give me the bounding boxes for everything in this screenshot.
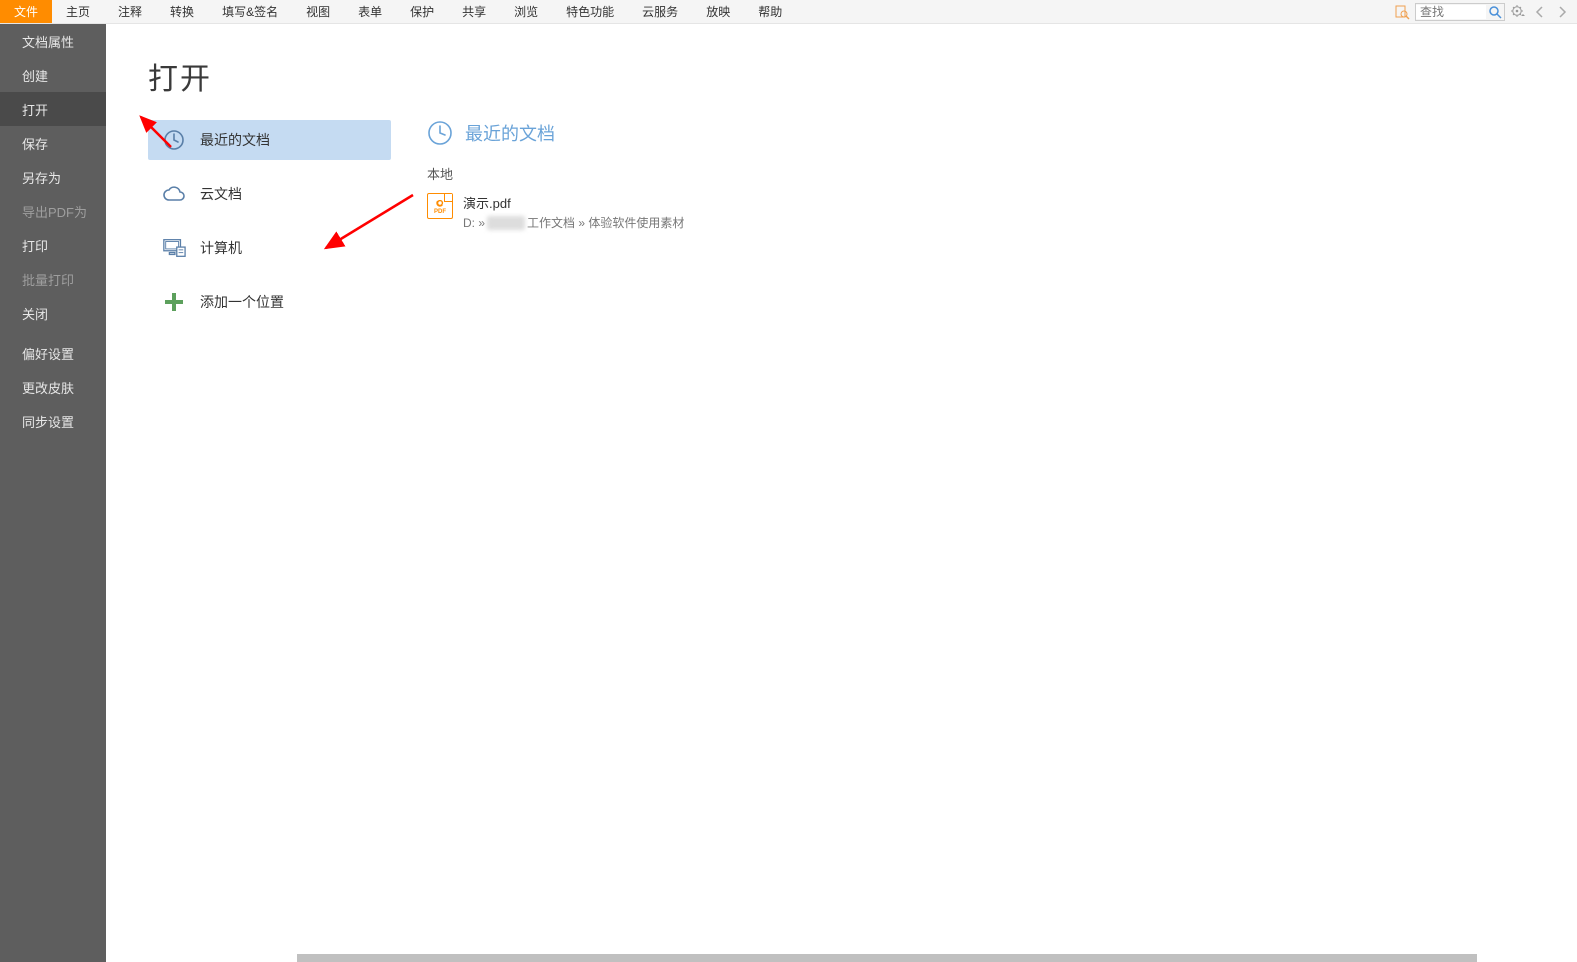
- sidebar-item-close[interactable]: 关闭: [0, 296, 106, 330]
- path-segment: D: »: [463, 216, 485, 230]
- menu-tab-label: 云服务: [642, 3, 678, 20]
- menu-tab-label: 主页: [66, 3, 90, 20]
- menu-tab-view[interactable]: 视图: [292, 0, 344, 23]
- menu-tab-annotate[interactable]: 注释: [104, 0, 156, 23]
- computer-icon: [162, 236, 186, 260]
- sidebar-item-saveas[interactable]: 另存为: [0, 160, 106, 194]
- menu-tab-fillsign[interactable]: 填写&签名: [208, 0, 292, 23]
- menu-tab-label: 保护: [410, 3, 434, 20]
- main: 文档属性 创建 打开 保存 另存为 导出PDF为 打印 批量打印 关闭 偏好设置…: [0, 24, 1577, 962]
- menu-tab-label: 放映: [706, 3, 730, 20]
- menu-tab-label: 转换: [170, 3, 194, 20]
- menu-tab-protect[interactable]: 保护: [396, 0, 448, 23]
- sidebar-item-save[interactable]: 保存: [0, 126, 106, 160]
- file-sidebar: 文档属性 创建 打开 保存 另存为 导出PDF为 打印 批量打印 关闭 偏好设置…: [0, 24, 106, 962]
- recent-doc-path: D: » ████ 工作文档 » 体验软件使用素材: [463, 214, 684, 231]
- pdf-file-icon: PDF: [427, 193, 453, 219]
- sidebar-item-label: 打印: [22, 236, 48, 255]
- menu-tab-play[interactable]: 放映: [692, 0, 744, 23]
- location-cloud[interactable]: 云文档: [148, 174, 391, 214]
- path-segment-blurred: ████: [487, 216, 525, 230]
- menu-tab-label: 共享: [462, 3, 486, 20]
- open-title: 打开: [148, 54, 391, 98]
- location-list: 最近的文档 云文档 计算机: [148, 120, 391, 322]
- menu-tab-label: 表单: [358, 3, 382, 20]
- location-computer[interactable]: 计算机: [148, 228, 391, 268]
- sidebar-item-preferences[interactable]: 偏好设置: [0, 336, 106, 370]
- nav-prev-icon[interactable]: [1531, 3, 1549, 21]
- sidebar-item-print[interactable]: 打印: [0, 228, 106, 262]
- sidebar-item-properties[interactable]: 文档属性: [0, 24, 106, 58]
- location-add[interactable]: 添加一个位置: [148, 282, 391, 322]
- menu-tab-forms[interactable]: 表单: [344, 0, 396, 23]
- menubar-spacer: [796, 0, 1393, 23]
- location-label: 添加一个位置: [200, 292, 284, 312]
- sidebar-item-label: 创建: [22, 66, 48, 85]
- menu-tab-label: 填写&签名: [222, 3, 278, 20]
- location-label: 云文档: [200, 184, 242, 204]
- path-segment: 工作文档 » 体验软件使用素材: [527, 214, 684, 231]
- horizontal-scrollbar[interactable]: [212, 950, 1577, 962]
- menu-tab-convert[interactable]: 转换: [156, 0, 208, 23]
- menu-tab-help[interactable]: 帮助: [744, 0, 796, 23]
- location-label: 最近的文档: [200, 130, 270, 150]
- sidebar-item-label: 另存为: [22, 168, 61, 187]
- sidebar-item-label: 批量打印: [22, 270, 74, 289]
- sidebar-item-label: 偏好设置: [22, 344, 74, 363]
- recent-doc-meta: 演示.pdf D: » ████ 工作文档 » 体验软件使用素材: [463, 193, 684, 231]
- menu-tab-label: 注释: [118, 3, 142, 20]
- sidebar-item-label: 同步设置: [22, 412, 74, 431]
- sidebar-item-label: 更改皮肤: [22, 378, 74, 397]
- sidebar-item-label: 导出PDF为: [22, 202, 87, 221]
- menu-tab-cloud[interactable]: 云服务: [628, 0, 692, 23]
- menu-tab-special[interactable]: 特色功能: [552, 0, 628, 23]
- clock-icon: [162, 128, 186, 152]
- cloud-icon: [162, 182, 186, 206]
- menu-tab-share[interactable]: 共享: [448, 0, 500, 23]
- menu-tab-home[interactable]: 主页: [52, 0, 104, 23]
- menu-tab-label: 特色功能: [566, 3, 614, 20]
- sidebar-item-create[interactable]: 创建: [0, 58, 106, 92]
- location-label: 计算机: [200, 238, 242, 258]
- settings-dropdown-icon[interactable]: [1509, 3, 1527, 21]
- sidebar-item-label: 打开: [22, 100, 48, 119]
- menu-tab-label: 浏览: [514, 3, 538, 20]
- clock-icon: [427, 120, 453, 146]
- menubar: 文件 主页 注释 转换 填写&签名 视图 表单 保护 共享 浏览 特色功能 云服…: [0, 0, 1577, 24]
- nav-next-icon[interactable]: [1553, 3, 1571, 21]
- menu-tab-file[interactable]: 文件: [0, 0, 52, 23]
- scrollbar-thumb[interactable]: [297, 954, 1477, 962]
- sidebar-item-label: 关闭: [22, 304, 48, 323]
- sidebar-item-sync[interactable]: 同步设置: [0, 404, 106, 438]
- menu-tab-label: 视图: [306, 3, 330, 20]
- sidebar-item-label: 保存: [22, 134, 48, 153]
- recent-header: 最近的文档: [427, 120, 1577, 146]
- recent-section-label: 本地: [427, 164, 1577, 183]
- menu-tab-label: 文件: [14, 3, 38, 20]
- sidebar-item-open[interactable]: 打开: [0, 92, 106, 126]
- plus-icon: [162, 290, 186, 314]
- location-recent[interactable]: 最近的文档: [148, 120, 391, 160]
- recent-title: 最近的文档: [465, 120, 555, 146]
- sidebar-item-export[interactable]: 导出PDF为: [0, 194, 106, 228]
- recent-doc-name: 演示.pdf: [463, 193, 684, 212]
- menubar-right: [1393, 0, 1577, 23]
- recent-docs-column: 最近的文档 本地 PDF 演示.pdf D: » ████ 工作文档: [391, 24, 1577, 962]
- search-box[interactable]: [1415, 3, 1505, 21]
- recent-doc-row[interactable]: PDF 演示.pdf D: » ████ 工作文档 » 体验软件使用素材: [427, 189, 1577, 235]
- sidebar-item-skin[interactable]: 更改皮肤: [0, 370, 106, 404]
- open-locations-column: 打开 最近的文档 云文档: [106, 24, 391, 962]
- search-input[interactable]: [1416, 5, 1486, 19]
- sidebar-item-label: 文档属性: [22, 32, 74, 51]
- open-panel: 打开 最近的文档 云文档: [106, 24, 1577, 962]
- sidebar-item-batchprint[interactable]: 批量打印: [0, 262, 106, 296]
- search-icon[interactable]: [1486, 5, 1504, 19]
- find-in-page-icon[interactable]: [1393, 3, 1411, 21]
- menu-tab-browse[interactable]: 浏览: [500, 0, 552, 23]
- menu-tab-label: 帮助: [758, 3, 782, 20]
